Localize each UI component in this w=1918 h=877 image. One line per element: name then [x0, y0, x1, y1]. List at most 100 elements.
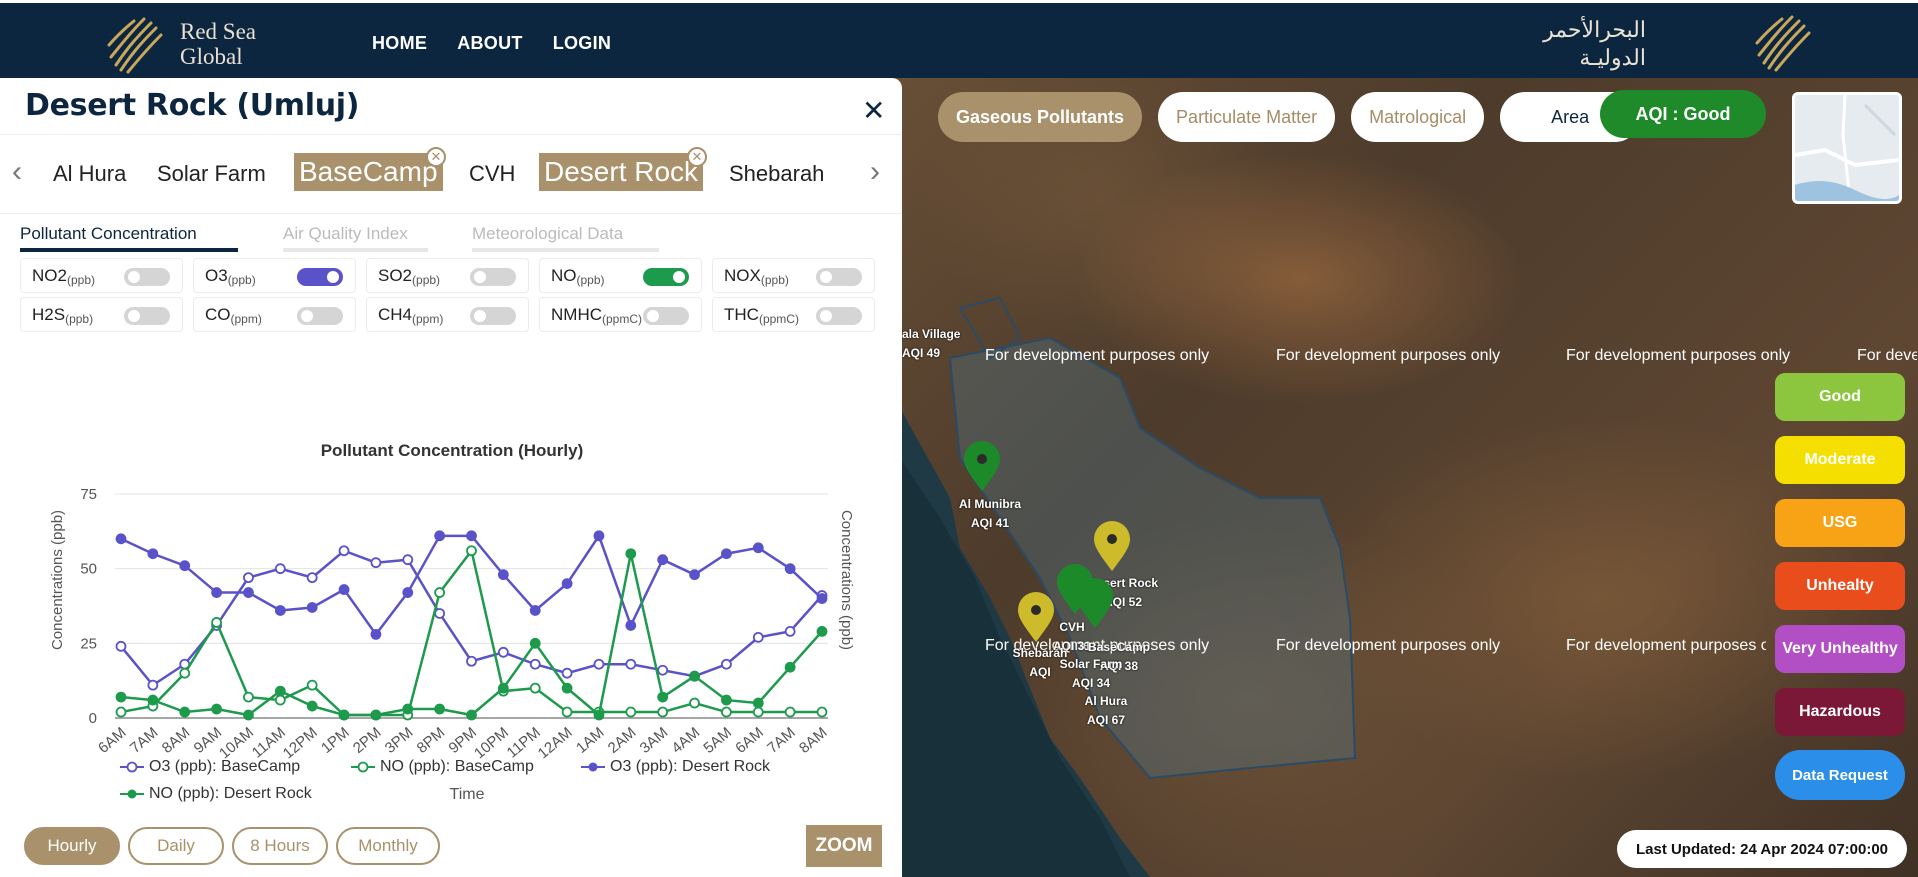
data-point: [274, 685, 286, 697]
site-tab-shebarah[interactable]: Shebarah: [729, 161, 824, 187]
range-hourly-button[interactable]: Hourly: [24, 827, 120, 865]
toggle-o3[interactable]: O3(ppb): [193, 258, 356, 293]
legend-item[interactable]: NO (ppb): BaseCamp: [351, 758, 534, 776]
legend-item[interactable]: NO (ppb): Desert Rock: [120, 785, 312, 803]
nav-about[interactable]: ABOUT: [457, 33, 523, 54]
remove-desert-rock-icon[interactable]: ✕: [687, 147, 707, 167]
red-sea-global-logo[interactable]: [106, 15, 166, 75]
data-point: [625, 658, 637, 670]
toggle-thc[interactable]: THC(ppmC): [712, 297, 875, 332]
switch-no2[interactable]: [124, 268, 170, 286]
legend-good: Good: [1775, 373, 1905, 421]
toggle-ch4[interactable]: CH4(ppm): [366, 297, 529, 332]
switch-nmhc[interactable]: [643, 307, 689, 325]
data-point: [306, 602, 318, 613]
x-tick-label: 6AM: [732, 724, 767, 757]
legend-unhealthy: Unhealty: [1775, 562, 1905, 610]
zoom-button[interactable]: ZOOM: [806, 825, 882, 867]
remove-basecamp-icon[interactable]: ✕: [426, 147, 446, 167]
matrological-button[interactable]: Matrological: [1351, 92, 1485, 142]
site-tab-al-hura[interactable]: Al Hura: [53, 161, 126, 187]
map-marker-desert-rock[interactable]: [1092, 521, 1132, 573]
data-point: [689, 697, 700, 709]
nav-login[interactable]: LOGIN: [553, 33, 612, 54]
data-point: [274, 694, 286, 706]
top-navbar: Red Sea Global HOME ABOUT LOGIN البحرالأ…: [0, 0, 1918, 78]
toggle-so2[interactable]: SO2(ppb): [366, 258, 529, 293]
data-point: [721, 694, 732, 706]
toggle-co[interactable]: CO(ppm): [193, 297, 356, 332]
site-tab-solar-farm[interactable]: Solar Farm: [157, 161, 266, 187]
site-tab-cvh[interactable]: CVH: [469, 161, 515, 187]
data-point: [402, 587, 414, 598]
range-monthly-button[interactable]: Monthly: [336, 827, 440, 865]
toggle-no2[interactable]: NO2(ppb): [20, 258, 183, 293]
legend-very-unhealthy: Very Unhealthy: [1775, 625, 1905, 673]
data-point: [625, 548, 637, 560]
toggle-h2s[interactable]: H2S(ppb): [20, 297, 183, 332]
gaseous-pollutants-button[interactable]: Gaseous Pollutants: [938, 92, 1143, 142]
site-tab-desert-rock[interactable]: Desert Rock: [539, 153, 704, 191]
data-point: [721, 658, 732, 670]
nav-home[interactable]: HOME: [372, 33, 427, 54]
tab-air-quality-index[interactable]: Air Quality Index: [283, 224, 428, 252]
switch-no[interactable]: [643, 268, 689, 286]
x-tick-label: 5AM: [700, 724, 735, 757]
toggle-nmhc[interactable]: NMHC(ppmC): [539, 297, 702, 332]
data-point: [529, 658, 541, 670]
legend-marker: [120, 789, 144, 799]
data-point: [816, 593, 828, 604]
data-point: [402, 554, 414, 566]
data-point: [147, 679, 159, 691]
data-point: [274, 605, 286, 616]
x-tick-label: 3AM: [637, 724, 672, 757]
data-point: [179, 706, 191, 718]
data-point: [466, 709, 477, 721]
particulate-matter-button[interactable]: Particulate Matter: [1158, 92, 1336, 142]
switch-thc[interactable]: [816, 307, 862, 325]
data-point: [179, 667, 191, 679]
legend-marker: [581, 762, 605, 772]
switch-o3[interactable]: [297, 268, 343, 286]
x-tick-label: 2PM: [350, 724, 385, 757]
data-point: [529, 605, 541, 616]
minimap-toggle[interactable]: [1792, 92, 1902, 204]
data-point: [243, 691, 254, 703]
range-daily-button[interactable]: Daily: [128, 827, 224, 865]
data-point: [593, 709, 605, 721]
data-point: [306, 700, 318, 712]
toggle-no[interactable]: NO(ppb): [539, 258, 702, 293]
tab-meteorological-data[interactable]: Meteorological Data: [472, 224, 659, 252]
y-tick-label: 25: [80, 635, 97, 652]
legend-marker: [351, 761, 375, 773]
switch-ch4[interactable]: [470, 307, 516, 325]
tab-pollutant-concentration[interactable]: Pollutant Concentration: [20, 224, 238, 252]
switch-h2s[interactable]: [124, 307, 170, 325]
series-line: [120, 553, 823, 718]
site-tab-basecamp[interactable]: BaseCamp: [294, 153, 443, 191]
legend-item[interactable]: O3 (ppb): Desert Rock: [581, 758, 770, 776]
close-icon[interactable]: ✕: [862, 94, 885, 127]
legend-item[interactable]: O3 (ppb): BaseCamp: [120, 758, 300, 776]
data-point: [657, 554, 669, 566]
range-8-hours-button[interactable]: 8 Hours: [232, 827, 328, 865]
x-tick-label: 10AM: [216, 724, 257, 762]
brand-name[interactable]: Red Sea Global: [180, 19, 256, 69]
data-point: [211, 703, 222, 715]
map-marker-al-munibra[interactable]: [962, 441, 1002, 493]
switch-co[interactable]: [297, 307, 343, 325]
x-tick-label: 11PM: [504, 724, 544, 761]
dev-watermark: For development purposes only: [1276, 637, 1501, 654]
switch-so2[interactable]: [470, 268, 516, 286]
chevron-left-icon[interactable]: ‹: [12, 155, 22, 189]
chevron-right-icon[interactable]: ›: [870, 155, 880, 189]
data-point: [657, 664, 669, 676]
data-point: [752, 706, 764, 718]
toggle-nox[interactable]: NOX(ppb): [712, 258, 875, 293]
data-request-button[interactable]: Data Request: [1775, 750, 1905, 800]
marker-label-al-munibra: Al Munibra AQI 41: [959, 497, 1021, 530]
y-tick-label: 0: [89, 710, 97, 727]
switch-nox[interactable]: [816, 268, 862, 286]
data-point: [657, 706, 669, 718]
marker-label-shebarah: Shebarah AQI: [1012, 646, 1068, 679]
